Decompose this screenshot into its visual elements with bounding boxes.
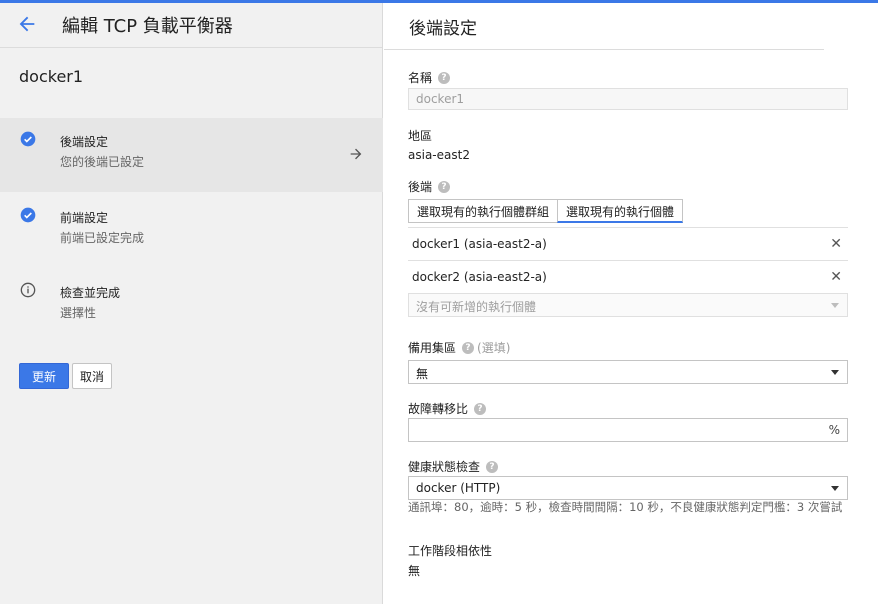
health-check-label-text: 健康狀態檢查: [408, 460, 481, 474]
backup-pool-label-text: 備用集區: [408, 341, 457, 355]
backup-pool-select[interactable]: 無: [408, 360, 848, 384]
backup-pool-value: 無: [416, 367, 429, 381]
step-frontend-config[interactable]: 前端設定 前端已設定完成: [0, 194, 383, 268]
backend-tabs: 選取現有的執行個體群組 選取現有的執行個體: [408, 199, 684, 223]
backend-label: 後端 ?: [408, 178, 451, 195]
instance-name: docker2 (asia-east2-a): [412, 270, 547, 284]
step-review-finalize[interactable]: 檢查並完成 選擇性: [0, 269, 383, 343]
update-button[interactable]: 更新: [19, 363, 69, 389]
step-backend-config[interactable]: 後端設定 您的後端已設定: [0, 118, 383, 192]
step-title: 檢查並完成: [60, 286, 121, 300]
health-check-value: docker (HTTP): [416, 481, 501, 495]
right-header: 後端設定: [384, 3, 824, 50]
add-instance-placeholder: 沒有可新增的執行個體: [416, 300, 537, 314]
failover-ratio-input[interactable]: %: [408, 418, 848, 442]
cancel-button[interactable]: 取消: [72, 363, 112, 389]
arrow-right-icon: [350, 148, 362, 160]
tab-instance-groups[interactable]: 選取現有的執行個體群組: [408, 199, 559, 223]
info-icon: [20, 282, 36, 298]
check-circle-icon: [20, 207, 36, 223]
region-value: asia-east2: [408, 148, 470, 162]
help-icon[interactable]: ?: [438, 71, 451, 84]
check-circle-icon: [20, 131, 36, 147]
caret-down-icon: [831, 370, 839, 375]
help-icon[interactable]: ?: [474, 402, 487, 415]
caret-down-icon: [831, 486, 839, 491]
optional-tag: (選填): [477, 341, 511, 355]
health-check-label: 健康狀態檢查 ?: [408, 458, 499, 475]
caret-down-icon: [831, 303, 839, 308]
close-icon[interactable]: ✕: [830, 269, 842, 285]
left-panel: 編輯 TCP 負載平衡器 docker1 後端設定 您的後端已設定 前端設定 前…: [0, 3, 383, 604]
failover-ratio-label: 故障轉移比 ?: [408, 400, 487, 417]
name-field: docker1: [408, 88, 848, 110]
failover-ratio-label-text: 故障轉移比: [408, 402, 469, 416]
add-instance-select: 沒有可新增的執行個體: [408, 293, 848, 317]
step-subtitle: 選擇性: [60, 306, 97, 320]
step-subtitle: 前端已設定完成: [60, 231, 145, 245]
step-title: 前端設定: [60, 211, 109, 225]
instance-name: docker1 (asia-east2-a): [412, 237, 547, 251]
tab-instances[interactable]: 選取現有的執行個體: [557, 199, 684, 223]
list-item: docker1 (asia-east2-a) ✕: [408, 227, 848, 260]
region-label: 地區: [408, 129, 433, 143]
session-affinity-label: 工作階段相依性: [408, 544, 493, 558]
name-label-text: 名稱: [408, 71, 433, 85]
backend-label-text: 後端: [408, 180, 433, 194]
percent-unit: %: [828, 423, 840, 437]
health-check-select[interactable]: docker (HTTP): [408, 476, 848, 500]
section-title: 後端設定: [409, 19, 477, 39]
session-affinity-value: 無: [408, 564, 421, 578]
arrow-left-icon[interactable]: [16, 13, 38, 35]
step-subtitle: 您的後端已設定: [60, 155, 145, 169]
close-icon[interactable]: ✕: [830, 236, 842, 252]
page-title: 編輯 TCP 負載平衡器: [62, 16, 233, 37]
list-item: docker2 (asia-east2-a) ✕: [408, 260, 848, 293]
help-icon[interactable]: ?: [438, 180, 451, 193]
help-icon[interactable]: ?: [486, 460, 499, 473]
load-balancer-name: docker1: [19, 67, 84, 86]
left-header: 編輯 TCP 負載平衡器: [0, 3, 382, 48]
health-check-description: 通訊埠：80，逾時：5 秒，檢查時間間隔：10 秒，不良健康狀態判定門檻：3 次…: [408, 500, 843, 514]
right-panel: 後端設定 名稱 ? docker1 地區 asia-east2 後端 ? 選取現…: [384, 3, 878, 604]
name-label: 名稱 ?: [408, 69, 451, 86]
backup-pool-label: 備用集區 ? (選填): [408, 339, 510, 356]
step-title: 後端設定: [60, 135, 109, 149]
help-icon[interactable]: ?: [462, 341, 475, 354]
